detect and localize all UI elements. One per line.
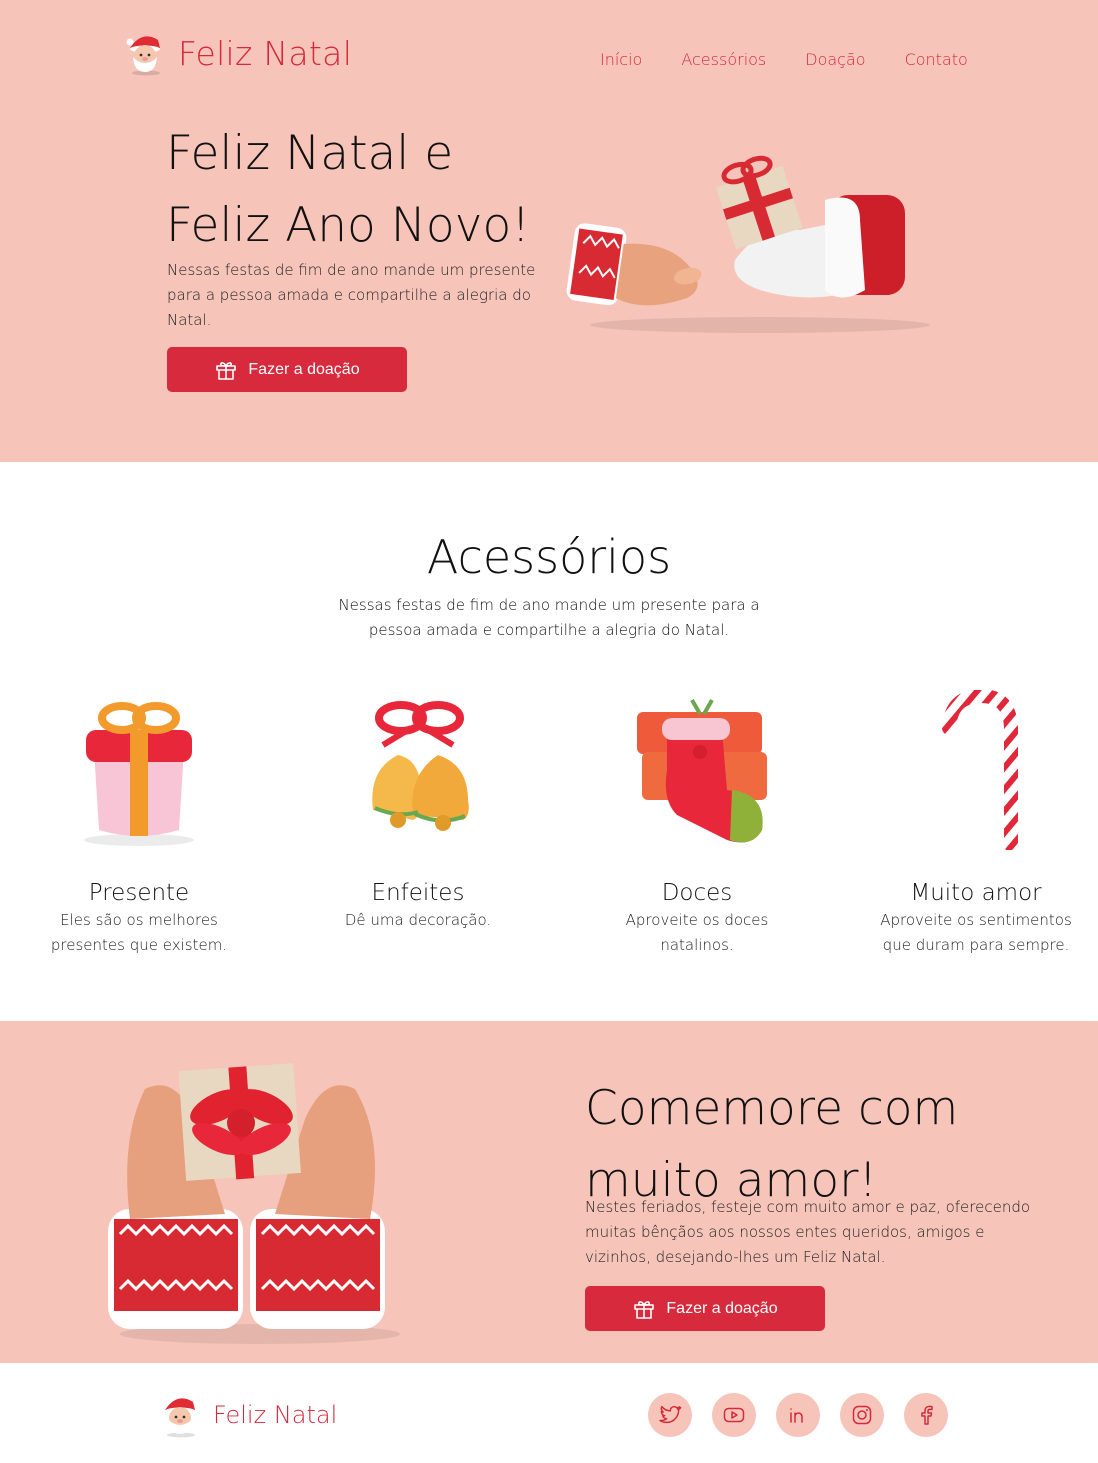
gift-box-icon <box>84 702 194 846</box>
hero-title-line2: Feliz Ano Novo! <box>166 198 531 253</box>
celebrate-donate-button[interactable]: Fazer a doação <box>585 1286 825 1331</box>
accessory-card-doces[interactable]: Doces Aproveite os doces natalinos. <box>577 690 817 958</box>
santa-logo-icon <box>157 1392 203 1438</box>
accessory-title: Presente <box>88 880 190 906</box>
santa-logo-icon <box>122 30 168 76</box>
accessory-card-muito-amor[interactable]: Muito amor Aproveite os sentimentos que … <box>856 690 1096 958</box>
youtube-icon <box>723 1407 745 1423</box>
footer: Feliz Natal <box>0 1363 1098 1463</box>
hero-title: Feliz Natal e Feliz Ano Novo! <box>166 118 530 262</box>
accessory-desc: Eles são os melhores presentes que exist… <box>50 911 228 954</box>
twitter-icon <box>659 1405 682 1424</box>
accessory-desc: Aproveite os doces natalinos. <box>625 911 769 954</box>
accessory-desc: Aproveite os sentimentos que duram para … <box>880 911 1072 954</box>
gift-icon <box>632 1297 656 1321</box>
accessory-card-enfeites[interactable]: Enfeites Dê uma decoração. <box>298 690 538 933</box>
accessory-title: Doces <box>661 880 733 906</box>
main-nav: Início Acessórios Doação Contato <box>600 50 968 69</box>
accessory-title: Muito amor <box>910 880 1042 906</box>
nav-link-acessorios[interactable]: Acessórios <box>681 50 766 69</box>
nav-link-inicio[interactable]: Início <box>600 50 642 69</box>
hands-holding-gift-image <box>108 1063 400 1344</box>
accessories-subtitle-wrap: Nessas festas de fim de ano mande um pre… <box>0 593 1098 643</box>
nav-link-doacao[interactable]: Doação <box>805 50 865 69</box>
candy-cane-icon <box>942 690 1018 850</box>
hero-donate-button[interactable]: Fazer a doação <box>167 347 407 392</box>
facebook-link[interactable] <box>904 1393 948 1437</box>
accessory-card-presente[interactable]: Presente Eles são os melhores presentes … <box>19 690 259 958</box>
youtube-link[interactable] <box>712 1393 756 1437</box>
accessories-title: Acessórios <box>426 530 672 584</box>
header-logo[interactable]: Feliz Natal <box>122 30 352 76</box>
celebrate-donate-label: Fazer a doação <box>666 1299 778 1317</box>
celebrate-section: Comemore com muito amor! Nestes feriados… <box>0 1021 1098 1363</box>
hero-description: Nessas festas de fim de ano mande um pre… <box>167 261 536 329</box>
accessory-desc: Dê uma decoração. <box>344 911 492 929</box>
social-links <box>648 1393 948 1437</box>
accessories-subtitle: Nessas festas de fim de ano mande um pre… <box>338 596 760 639</box>
hero-donate-label: Fazer a doação <box>248 360 360 378</box>
hero-title-line1: Feliz Natal e <box>166 126 454 181</box>
hero-section: Feliz Natal Início Acessórios Doação Con… <box>0 0 1098 462</box>
celebrate-description: Nestes feriados, festeje com muito amor … <box>585 1198 1031 1266</box>
stocking-icon <box>637 699 767 843</box>
instagram-icon <box>852 1405 872 1425</box>
linkedin-link[interactable] <box>776 1393 820 1437</box>
footer-brand-name: Feliz Natal <box>213 1401 338 1429</box>
celebrate-title-line1: Comemore com <box>585 1081 959 1136</box>
facebook-icon <box>921 1405 933 1425</box>
gift-icon <box>214 358 238 382</box>
twitter-link[interactable] <box>648 1393 692 1437</box>
linkedin-icon <box>790 1408 803 1423</box>
nav-link-contato[interactable]: Contato <box>905 50 968 69</box>
instagram-link[interactable] <box>840 1393 884 1437</box>
accessories-section: Acessórios Nessas festas de fim de ano m… <box>0 462 1098 1021</box>
bells-icon <box>372 701 469 831</box>
hands-exchanging-gift-image <box>566 155 930 333</box>
brand-name: Feliz Natal <box>178 33 353 73</box>
footer-logo[interactable]: Feliz Natal <box>157 1392 337 1438</box>
accessory-title: Enfeites <box>371 880 465 906</box>
